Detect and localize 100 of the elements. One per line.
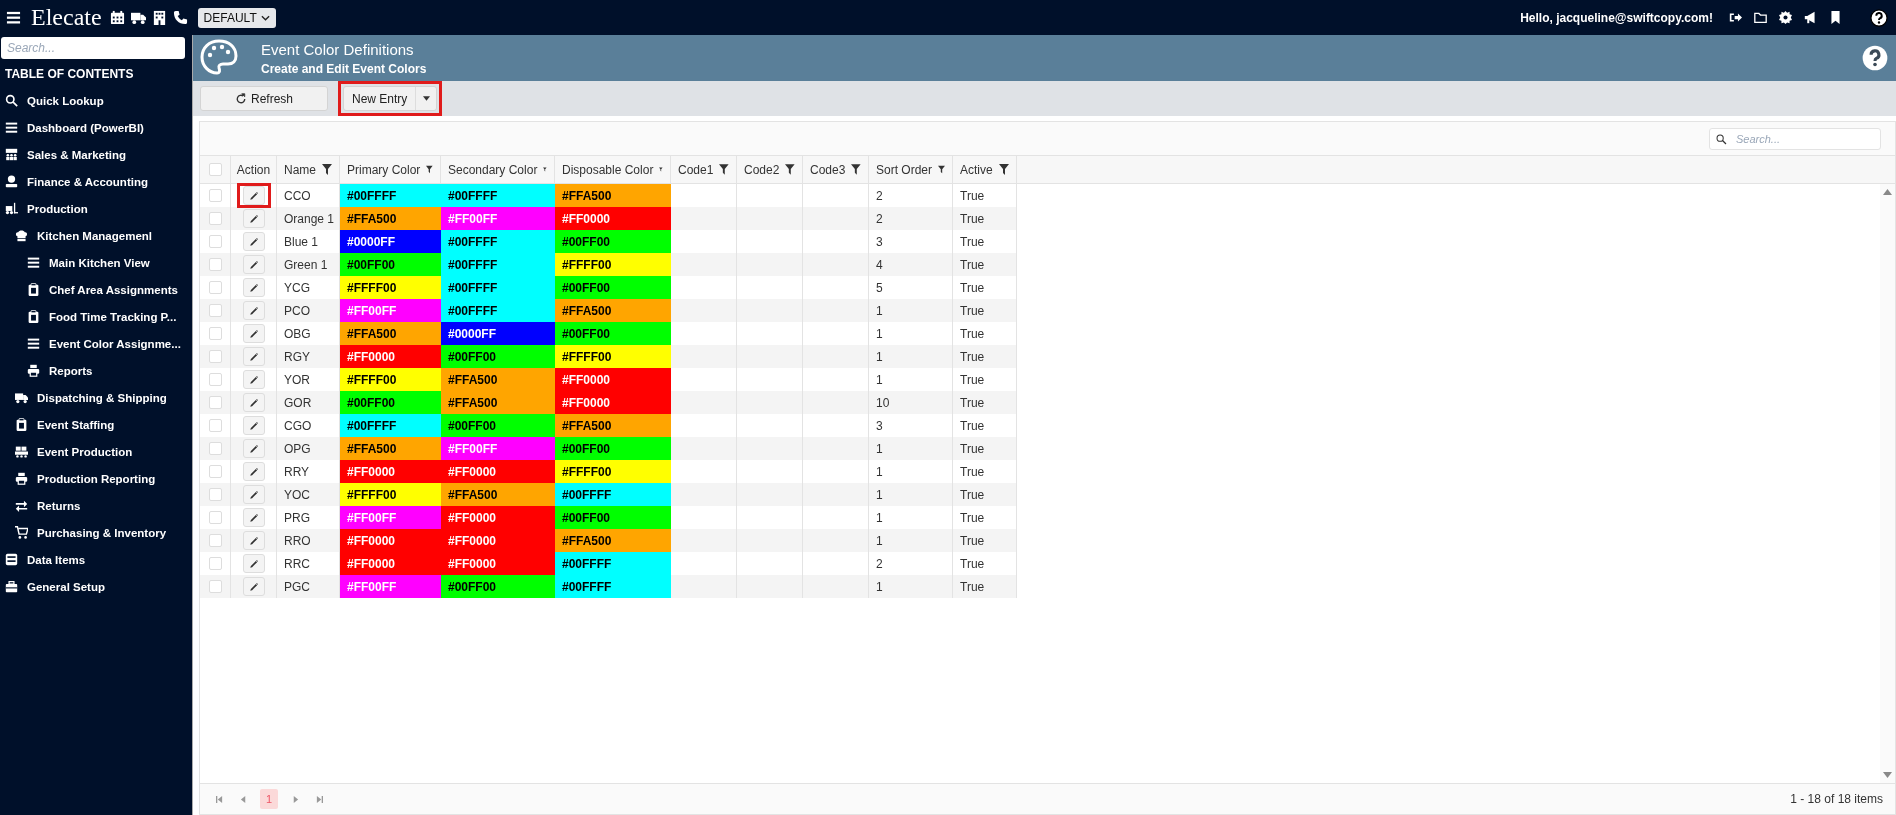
folder-icon[interactable] [1754, 11, 1767, 24]
checkbox[interactable] [208, 163, 222, 176]
sidebar-item[interactable]: Main Kitchen View [0, 249, 192, 276]
edit-button[interactable] [242, 347, 265, 366]
checkbox[interactable] [208, 511, 222, 524]
column-header[interactable]: Name [277, 156, 340, 183]
filter-icon[interactable] [998, 164, 1009, 175]
column-header[interactable]: Disposable Color [555, 156, 671, 183]
phone-icon[interactable] [172, 10, 188, 25]
table-cell: 1 [869, 437, 953, 460]
filter-icon[interactable] [851, 164, 861, 175]
column-header[interactable]: Code2 [737, 156, 803, 183]
menu-icon[interactable] [6, 10, 21, 25]
sidebar-item[interactable]: Data Items [0, 546, 192, 573]
sidebar-item[interactable]: Event Production [0, 438, 192, 465]
sidebar-item[interactable]: Sales & Marketing [0, 141, 192, 168]
checkbox[interactable] [208, 442, 222, 455]
edit-button[interactable] [242, 439, 265, 458]
arrows-icon [15, 499, 28, 512]
edit-button[interactable] [242, 301, 265, 320]
column-header[interactable]: Code1 [671, 156, 737, 183]
checkbox[interactable] [208, 534, 222, 547]
filter-icon[interactable] [426, 164, 433, 175]
sidebar-item[interactable]: Reports [0, 357, 192, 384]
settings-icon[interactable] [1779, 11, 1792, 24]
refresh-button[interactable]: Refresh [200, 86, 328, 111]
edit-button[interactable] [242, 232, 265, 251]
checkbox[interactable] [208, 327, 222, 340]
sign-out-icon[interactable] [1729, 11, 1742, 24]
checkbox[interactable] [208, 419, 222, 432]
column-header[interactable]: Code3 [803, 156, 869, 183]
scroll-down-icon[interactable] [1883, 772, 1892, 778]
edit-button[interactable] [242, 416, 265, 435]
checkbox[interactable] [208, 396, 222, 409]
column-header[interactable]: Primary Color [340, 156, 441, 183]
sidebar-item[interactable]: Kitchen Managemenl [0, 222, 192, 249]
truck-icon[interactable] [130, 10, 146, 25]
sidebar-item[interactable]: Food Time Tracking P... [0, 303, 192, 330]
new-entry-button[interactable]: New Entry [343, 86, 438, 111]
calendar-icon[interactable] [109, 10, 125, 25]
checkbox[interactable] [208, 304, 222, 317]
sidebar-item[interactable]: Dispatching & Shipping [0, 384, 192, 411]
filter-icon[interactable] [785, 164, 795, 175]
edit-button[interactable] [242, 393, 265, 412]
sidebar-item[interactable]: Finance & Accounting [0, 168, 192, 195]
edit-button[interactable] [242, 577, 265, 596]
column-header[interactable]: Sort Order [869, 156, 953, 183]
sidebar-item[interactable]: Production Reporting [0, 465, 192, 492]
edit-button[interactable] [242, 508, 265, 527]
bookmark-icon[interactable] [1829, 11, 1842, 24]
megaphone-icon[interactable] [1804, 11, 1817, 24]
edit-button[interactable] [242, 485, 265, 504]
sidebar-item[interactable]: Dashboard (PowerBI) [0, 114, 192, 141]
search-icon [5, 94, 18, 107]
checkbox[interactable] [208, 373, 222, 386]
color-cell: #FF00FF [441, 437, 555, 460]
filter-icon[interactable] [938, 164, 945, 175]
edit-button[interactable] [242, 462, 265, 481]
column-header[interactable]: Secondary Color [441, 156, 555, 183]
edit-button[interactable] [242, 370, 265, 389]
checkbox[interactable] [208, 235, 222, 248]
checkbox[interactable] [208, 557, 222, 570]
sidebar-item[interactable]: Returns [0, 492, 192, 519]
checkbox[interactable] [208, 580, 222, 593]
checkbox[interactable] [208, 212, 222, 225]
filter-icon[interactable] [322, 164, 332, 175]
sidebar-item[interactable]: Purchasing & Inventory [0, 519, 192, 546]
column-header[interactable]: Action [231, 156, 277, 183]
sidebar-item[interactable]: Quick Lookup [0, 87, 192, 114]
menu-icon [5, 121, 18, 134]
filter-icon[interactable] [719, 164, 729, 175]
scroll-up-icon[interactable] [1883, 189, 1892, 195]
sidebar-item[interactable]: Chef Area Assignments [0, 276, 192, 303]
color-cell: #00FFFF [441, 184, 555, 207]
edit-button[interactable] [242, 186, 265, 205]
checkbox[interactable] [208, 189, 222, 202]
profile-dropdown[interactable]: DEFAULT [197, 7, 276, 28]
checkbox[interactable] [208, 465, 222, 478]
edit-button[interactable] [242, 255, 265, 274]
sidebar-item[interactable]: Event Staffing [0, 411, 192, 438]
search-field[interactable]: Search... [1709, 127, 1881, 150]
scrollbar[interactable] [1880, 184, 1895, 783]
sidebar-item[interactable]: Production [0, 195, 192, 222]
edit-button[interactable] [242, 278, 265, 297]
checkbox[interactable] [208, 258, 222, 271]
search-field[interactable]: Search... [1, 37, 185, 59]
sidebar-item[interactable]: Event Color Assignme... [0, 330, 192, 357]
help-icon[interactable] [1870, 8, 1888, 27]
edit-button[interactable] [242, 209, 265, 228]
edit-button[interactable] [242, 531, 265, 550]
checkbox[interactable] [208, 350, 222, 363]
caret-down-icon[interactable] [422, 96, 430, 101]
sidebar-item[interactable]: General Setup [0, 573, 192, 600]
edit-button[interactable] [242, 554, 265, 573]
column-header[interactable]: Active [953, 156, 1017, 183]
edit-button[interactable] [242, 324, 265, 343]
checkbox[interactable] [208, 281, 222, 294]
checkbox[interactable] [208, 488, 222, 501]
help-icon[interactable] [1862, 45, 1888, 71]
building-icon[interactable] [151, 10, 167, 25]
